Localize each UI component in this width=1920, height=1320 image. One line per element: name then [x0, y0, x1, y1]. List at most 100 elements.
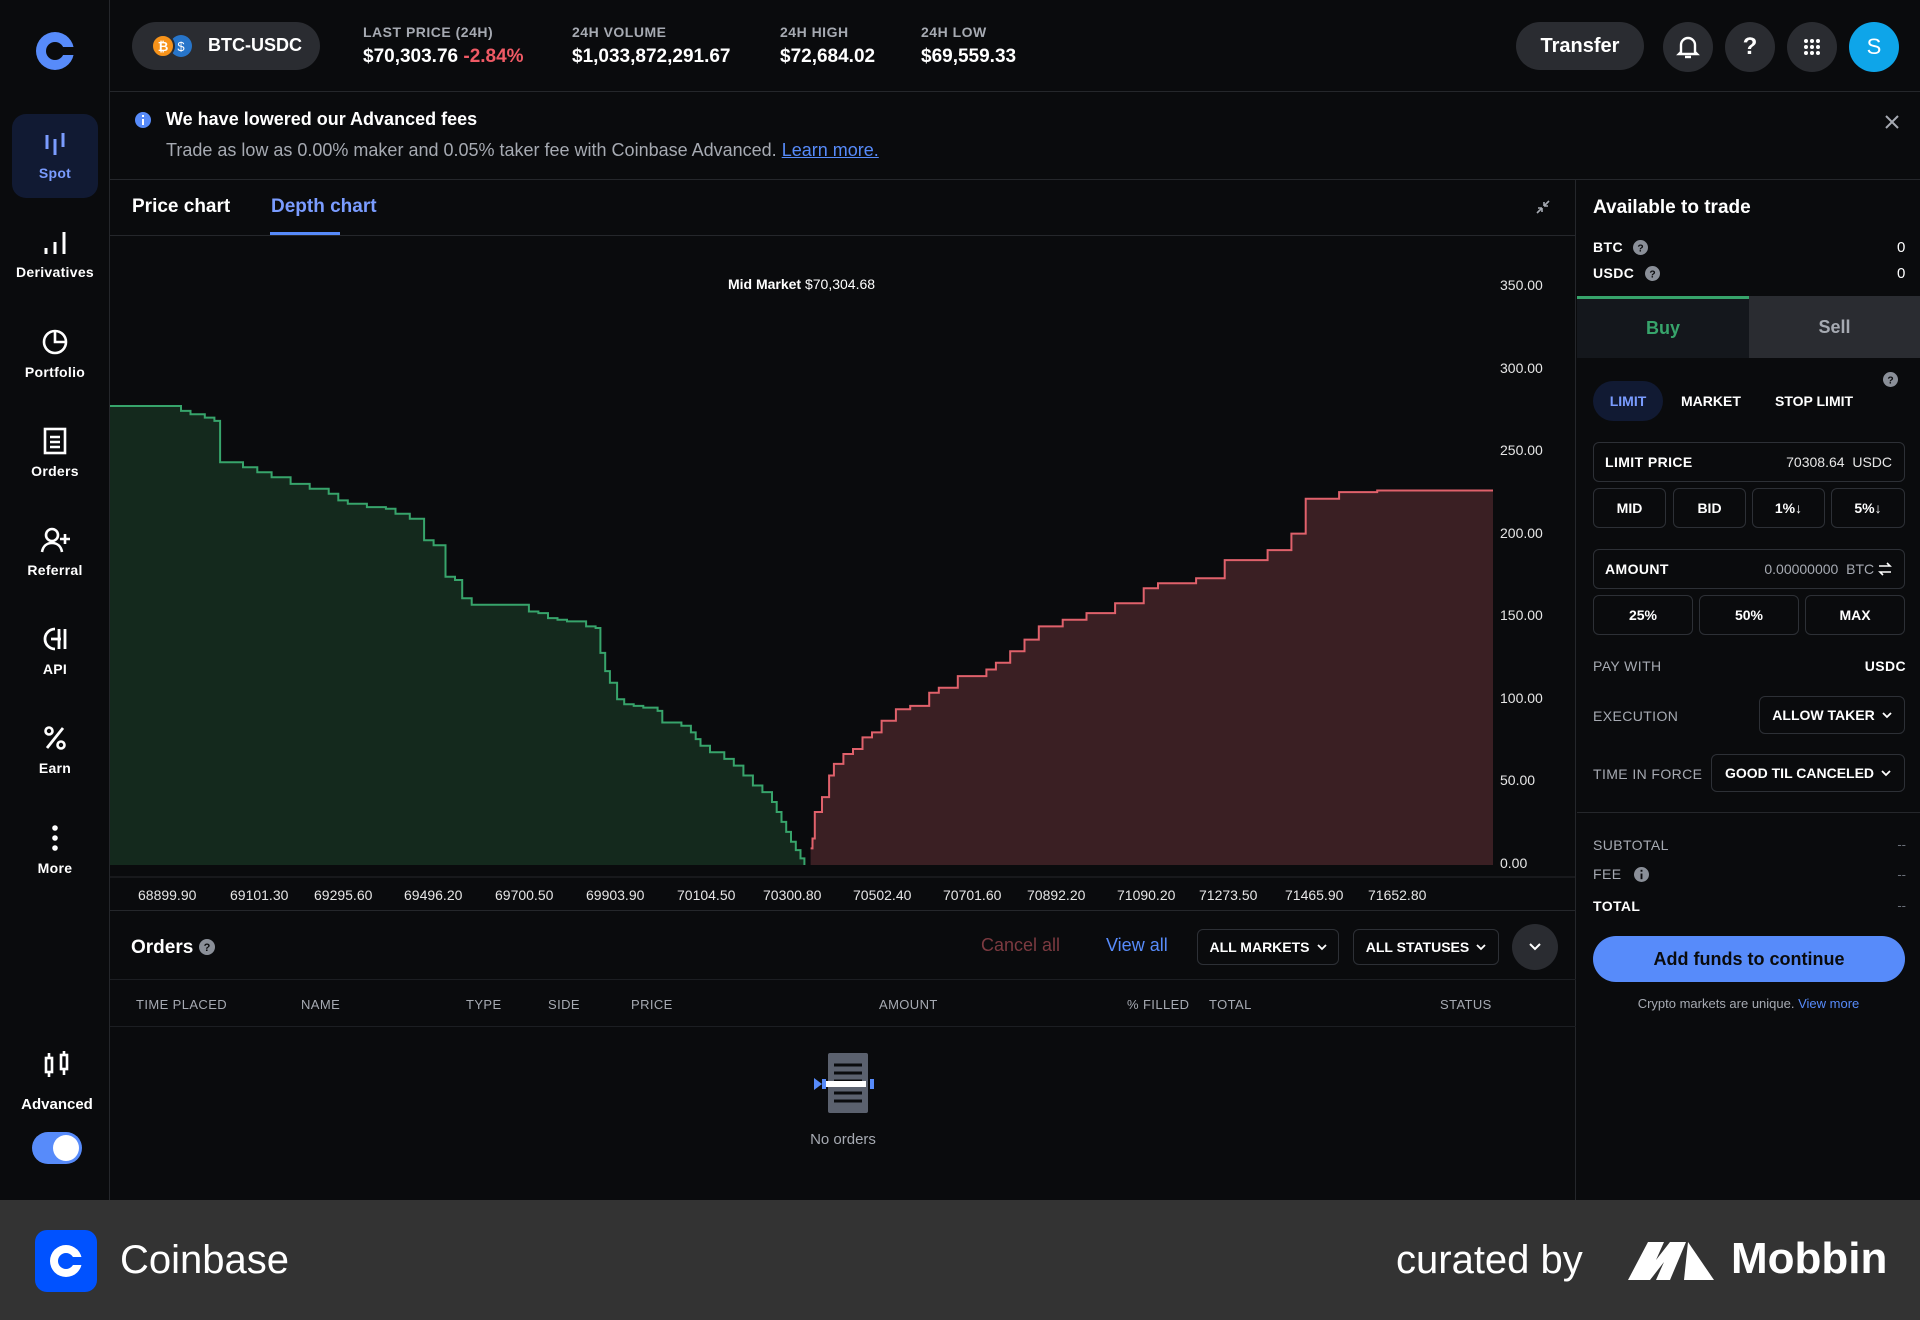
column-header[interactable]: NAME: [301, 997, 340, 1012]
fee-row: FEE: [1593, 866, 1649, 884]
footer: Coinbase curated by Mobbin: [0, 1200, 1920, 1320]
preset-1pct-button[interactable]: 1%↓: [1752, 488, 1825, 528]
divider: [1577, 812, 1920, 813]
amount-max-button[interactable]: MAX: [1805, 595, 1905, 635]
ask-area: [810, 490, 1493, 865]
y-tick-label: 200.00: [1500, 524, 1543, 541]
view-more-link[interactable]: View more: [1798, 996, 1859, 1011]
y-tick-label: 50.00: [1500, 772, 1536, 788]
fee-label: FEE: [1593, 866, 1622, 882]
x-tick-label: 69295.60: [314, 887, 373, 903]
column-header[interactable]: STATUS: [1440, 997, 1492, 1012]
divider: [110, 979, 1576, 980]
x-tick-label: 69700.50: [495, 887, 554, 903]
amount-25-button[interactable]: 25%: [1593, 595, 1693, 635]
x-tick-label: 69101.30: [230, 887, 289, 903]
limit-price-label: LIMIT PRICE: [1605, 454, 1693, 470]
tif-label: TIME IN FORCE: [1593, 766, 1703, 782]
pay-with-value[interactable]: USDC: [1865, 658, 1906, 674]
svg-text:?: ?: [1638, 243, 1644, 254]
sell-tab[interactable]: Sell: [1749, 296, 1920, 358]
x-tick-label: 70701.60: [943, 887, 1002, 903]
orders-title: Orders: [131, 937, 194, 958]
mobbin-logo-icon: [1628, 1242, 1714, 1280]
info-icon[interactable]: [1633, 867, 1649, 882]
buy-tab[interactable]: Buy: [1577, 296, 1749, 358]
amount-field[interactable]: AMOUNT 0.00000000 BTC: [1593, 549, 1905, 589]
limit-price-value: 70308.64: [1786, 454, 1845, 470]
crypto-note: Crypto markets are unique. View more: [1577, 996, 1920, 1011]
amount-input[interactable]: 0.00000000 BTC: [1764, 561, 1892, 577]
bid-area: [110, 406, 805, 865]
footer-curator: Mobbin: [1731, 1234, 1888, 1283]
mid-market-label: Mid Market: [727, 276, 802, 292]
column-header[interactable]: TYPE: [466, 997, 502, 1012]
chevron-down-icon: [1476, 943, 1486, 950]
preset-mid-button[interactable]: MID: [1593, 488, 1666, 528]
chevron-down-icon: [1316, 943, 1327, 950]
execution-value: ALLOW TAKER: [1772, 707, 1875, 723]
crypto-note-text: Crypto markets are unique.: [1637, 996, 1795, 1011]
expand-orders-button[interactable]: [1512, 924, 1558, 970]
help-circle-icon[interactable]: ?: [1644, 266, 1660, 281]
execution-dropdown[interactable]: ALLOW TAKER: [1759, 696, 1905, 734]
order-type-market[interactable]: MARKET: [1681, 393, 1741, 409]
preset-5pct-button[interactable]: 5%↓: [1831, 488, 1905, 528]
chevron-down-icon: [1881, 769, 1891, 776]
y-tick-label: 100.00: [1500, 689, 1543, 706]
y-tick-label: 350.00: [1500, 277, 1543, 293]
amount-50-button[interactable]: 50%: [1699, 595, 1799, 635]
svg-text:?: ?: [204, 942, 211, 954]
column-header[interactable]: SIDE: [548, 997, 580, 1012]
chevron-down-icon: [1529, 943, 1541, 951]
column-header[interactable]: TIME PLACED: [136, 997, 227, 1012]
help-circle-icon[interactable]: ?: [199, 939, 215, 955]
balance-row-btc: BTC ?: [1593, 239, 1649, 257]
mid-market-annotation: Mid Market $70,304.68: [0, 276, 1603, 292]
markets-filter-dropdown[interactable]: ALL MARKETS: [1197, 929, 1339, 965]
swap-icon[interactable]: [1878, 562, 1892, 576]
help-circle-icon[interactable]: ?: [1633, 240, 1649, 255]
orders-panel: Orders ? Cancel all View all ALL MARKETS…: [110, 910, 1576, 1200]
tif-value: GOOD TIL CANCELED: [1724, 765, 1875, 781]
view-all-button[interactable]: View all: [1106, 935, 1168, 956]
column-header[interactable]: AMOUNT: [879, 997, 938, 1012]
x-tick-label: 71090.20: [1117, 887, 1176, 903]
preset-bid-button[interactable]: BID: [1673, 488, 1746, 528]
cancel-all-button[interactable]: Cancel all: [981, 935, 1060, 956]
x-tick-label: 70300.80: [763, 887, 822, 903]
balance-value: 0: [1897, 239, 1906, 256]
coinbase-app-icon: [35, 1230, 97, 1292]
y-tick-label: 0.00: [1500, 854, 1528, 871]
help-circle-icon[interactable]: ?: [1883, 372, 1898, 387]
amount-value: 0.00000000: [1764, 561, 1839, 577]
order-type-stop-limit[interactable]: STOP LIMIT: [1775, 393, 1853, 409]
column-header[interactable]: TOTAL: [1209, 997, 1252, 1012]
empty-orders-text: No orders: [810, 1131, 876, 1148]
subtotal-label: SUBTOTAL: [1593, 837, 1669, 853]
footer-brand: Coinbase: [120, 1238, 290, 1282]
x-tick-label: 68899.90: [138, 887, 197, 903]
column-header[interactable]: % FILLED: [1127, 997, 1189, 1012]
amount-label: AMOUNT: [1605, 561, 1669, 577]
status-filter-dropdown[interactable]: ALL STATUSES: [1353, 929, 1499, 965]
limit-price-input[interactable]: 70308.64 USDC: [1786, 454, 1892, 470]
divider: [110, 1026, 1576, 1027]
x-tick-label: 69903.90: [586, 887, 645, 903]
total-label: TOTAL: [1593, 898, 1641, 914]
x-tick-label: 71652.80: [1368, 887, 1427, 903]
x-tick-label: 70892.20: [1027, 887, 1086, 903]
column-header[interactable]: PRICE: [631, 997, 673, 1012]
limit-price-unit: USDC: [1852, 454, 1892, 470]
execution-label: EXECUTION: [1593, 708, 1679, 724]
mid-market-value: $70,304.68: [804, 276, 876, 292]
x-tick-label: 70502.40: [853, 887, 912, 903]
y-tick-label: 250.00: [1500, 442, 1543, 458]
x-tick-label: 71465.90: [1285, 887, 1344, 903]
add-funds-button[interactable]: Add funds to continue: [1593, 936, 1905, 982]
y-tick-label: 150.00: [1500, 607, 1543, 623]
available-title: Available to trade: [1593, 197, 1751, 218]
order-type-limit[interactable]: LIMIT: [1593, 381, 1663, 421]
tif-dropdown[interactable]: GOOD TIL CANCELED: [1711, 754, 1905, 792]
limit-price-field[interactable]: LIMIT PRICE 70308.64 USDC: [1593, 442, 1905, 482]
